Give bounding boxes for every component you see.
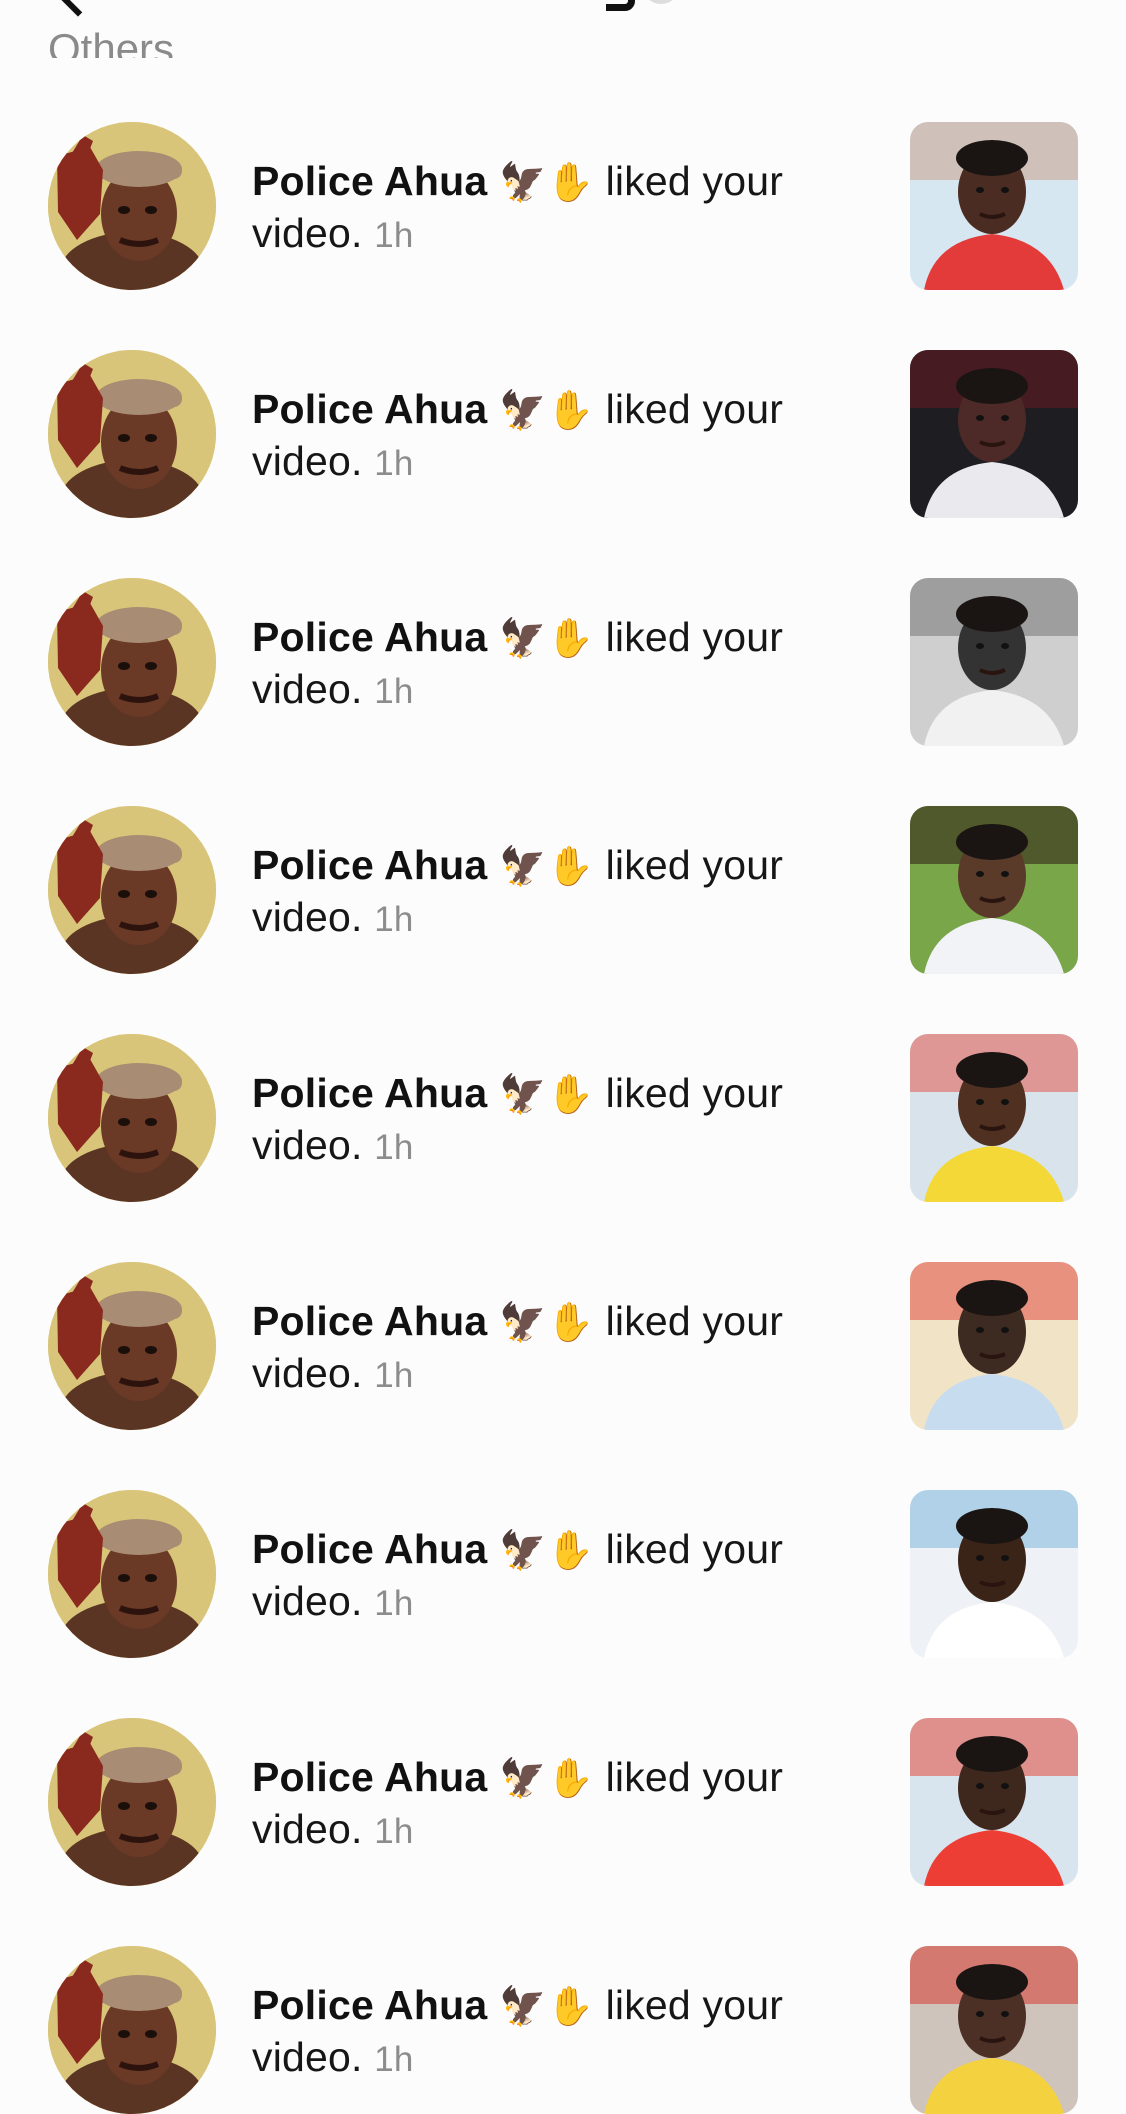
username[interactable]: Police Ahua	[252, 614, 487, 660]
notification-text: Police Ahua 🦅✋ liked your video. 1h	[252, 384, 862, 489]
video-thumbnail[interactable]	[910, 1946, 1078, 2114]
timestamp: 1h	[374, 2040, 414, 2079]
section-label-others: Others	[48, 25, 175, 58]
emoji-badge: 🦅✋	[498, 388, 594, 432]
video-thumbnail[interactable]	[910, 122, 1078, 290]
notification-row[interactable]: Police Ahua 🦅✋ liked your video. 1h	[0, 1262, 1126, 1430]
notification-row[interactable]: Police Ahua 🦅✋ liked your video. 1h	[0, 350, 1126, 518]
notification-text: Police Ahua 🦅✋ liked your video. 1h	[252, 1752, 862, 1857]
notification-text: Police Ahua 🦅✋ liked your video. 1h	[252, 1296, 862, 1401]
notification-text: Police Ahua 🦅✋ liked your video. 1h	[252, 612, 862, 717]
timestamp: 1h	[374, 1584, 414, 1623]
avatar[interactable]	[48, 350, 216, 518]
avatar[interactable]	[48, 806, 216, 974]
username[interactable]: Police Ahua	[252, 386, 487, 432]
emoji-badge: 🦅✋	[498, 1300, 594, 1344]
notification-text: Police Ahua 🦅✋ liked your video. 1h	[252, 1980, 862, 2085]
notification-row[interactable]: Police Ahua 🦅✋ liked your video. 1h	[0, 1946, 1126, 2114]
timestamp: 1h	[374, 1812, 414, 1851]
title-badge-fragment	[646, 0, 676, 4]
emoji-badge: 🦅✋	[498, 1528, 594, 1572]
timestamp: 1h	[374, 672, 414, 711]
notification-text: Police Ahua 🦅✋ liked your video. 1h	[252, 156, 862, 261]
title-fragment	[606, 0, 635, 11]
emoji-badge: 🦅✋	[498, 1072, 594, 1116]
emoji-badge: 🦅✋	[498, 844, 594, 888]
username[interactable]: Police Ahua	[252, 1070, 487, 1116]
timestamp: 1h	[374, 1356, 414, 1395]
emoji-badge: 🦅✋	[498, 616, 594, 660]
notification-row[interactable]: Police Ahua 🦅✋ liked your video. 1h	[0, 122, 1126, 290]
username[interactable]: Police Ahua	[252, 842, 487, 888]
video-thumbnail[interactable]	[910, 578, 1078, 746]
timestamp: 1h	[374, 900, 414, 939]
avatar[interactable]	[48, 1034, 216, 1202]
avatar[interactable]	[48, 1490, 216, 1658]
avatar[interactable]	[48, 578, 216, 746]
video-thumbnail[interactable]	[910, 1262, 1078, 1430]
timestamp: 1h	[374, 1128, 414, 1167]
timestamp: 1h	[374, 444, 414, 483]
emoji-badge: 🦅✋	[498, 1756, 594, 1800]
username[interactable]: Police Ahua	[252, 158, 487, 204]
avatar[interactable]	[48, 1946, 216, 2114]
avatar[interactable]	[48, 1718, 216, 1886]
notification-row[interactable]: Police Ahua 🦅✋ liked your video. 1h	[0, 1718, 1126, 1886]
notification-row[interactable]: Police Ahua 🦅✋ liked your video. 1h	[0, 578, 1126, 746]
video-thumbnail[interactable]	[910, 806, 1078, 974]
video-thumbnail[interactable]	[910, 1718, 1078, 1886]
emoji-badge: 🦅✋	[498, 1984, 594, 2028]
username[interactable]: Police Ahua	[252, 1754, 487, 1800]
username[interactable]: Police Ahua	[252, 1526, 487, 1572]
username[interactable]: Police Ahua	[252, 1982, 487, 2028]
notification-row[interactable]: Police Ahua 🦅✋ liked your video. 1h	[0, 1490, 1126, 1658]
notification-text: Police Ahua 🦅✋ liked your video. 1h	[252, 840, 862, 945]
timestamp: 1h	[374, 216, 414, 255]
avatar[interactable]	[48, 1262, 216, 1430]
notification-row[interactable]: Police Ahua 🦅✋ liked your video. 1h	[0, 1034, 1126, 1202]
video-thumbnail[interactable]	[910, 350, 1078, 518]
video-thumbnail[interactable]	[910, 1490, 1078, 1658]
notification-text: Police Ahua 🦅✋ liked your video. 1h	[252, 1524, 862, 1629]
video-thumbnail[interactable]	[910, 1034, 1078, 1202]
emoji-badge: 🦅✋	[498, 160, 594, 204]
notification-row[interactable]: Police Ahua 🦅✋ liked your video. 1h	[0, 806, 1126, 974]
username[interactable]: Police Ahua	[252, 1298, 487, 1344]
notification-text: Police Ahua 🦅✋ liked your video. 1h	[252, 1068, 862, 1173]
avatar[interactable]	[48, 122, 216, 290]
